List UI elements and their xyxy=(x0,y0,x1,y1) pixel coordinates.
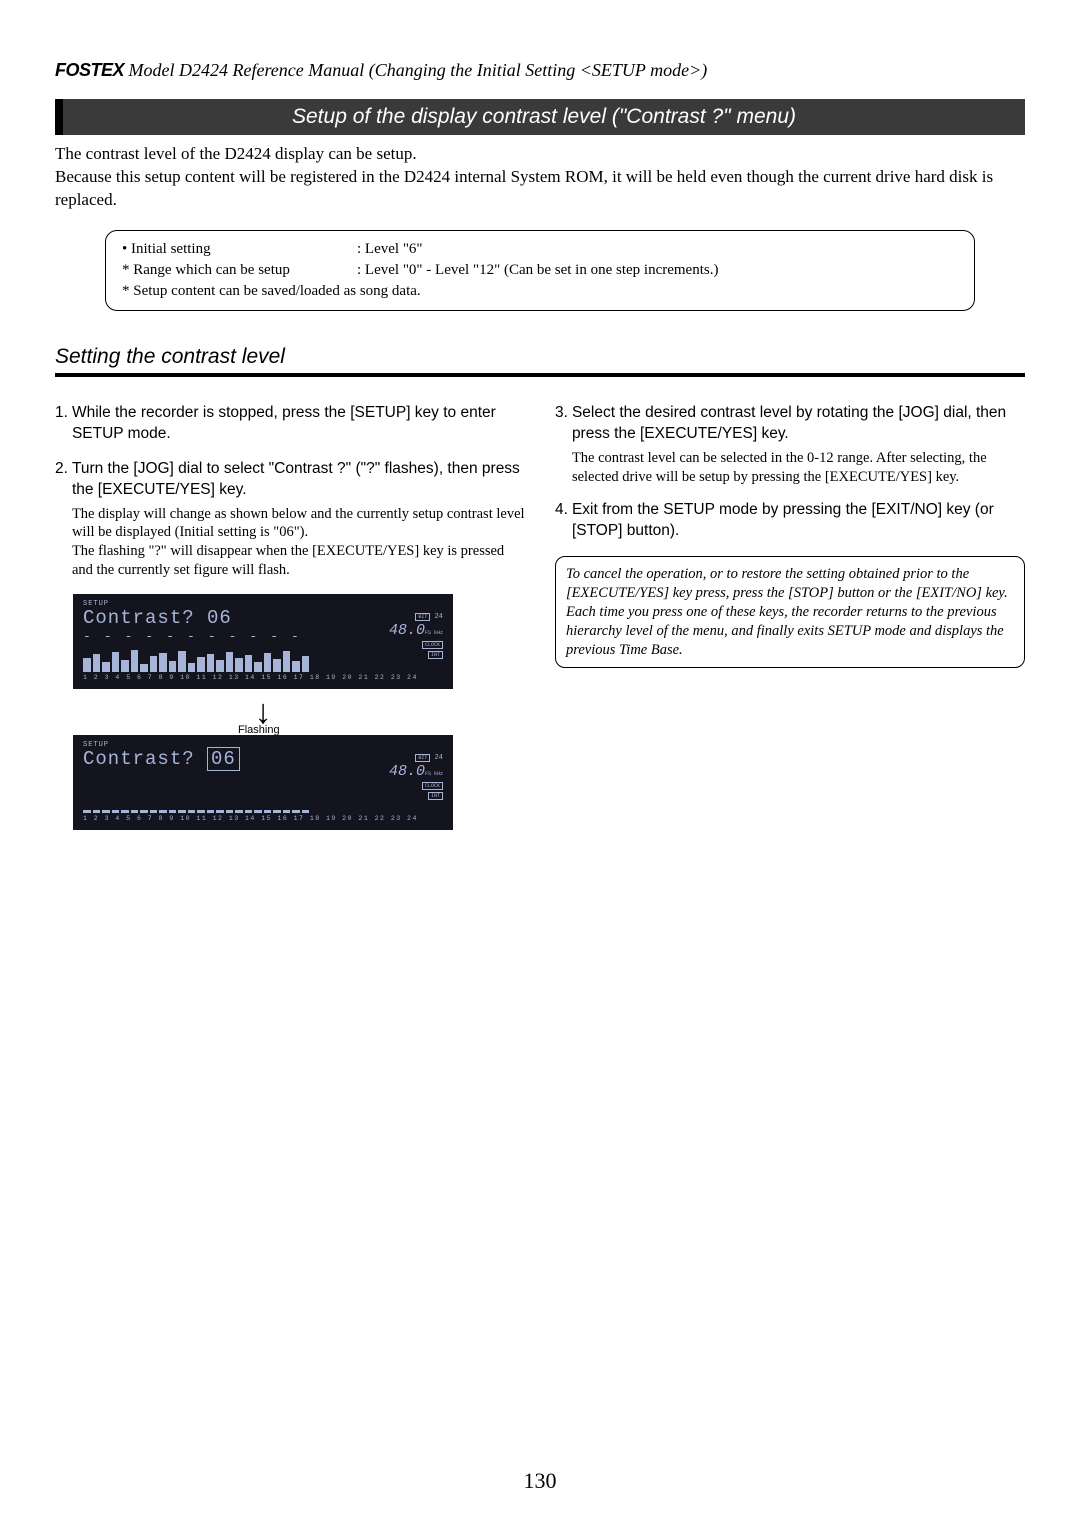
step-1: 1. While the recorder is stopped, press … xyxy=(55,403,525,445)
step-4-text: Exit from the SETUP mode by pressing the… xyxy=(572,500,1025,542)
step-4-number: 4. xyxy=(555,500,572,542)
track-numbers-2: 1 2 3 4 5 6 7 8 9 10 11 12 13 14 15 16 1… xyxy=(83,815,443,824)
settings-summary-box: • Initial setting : Level "6" * Range wh… xyxy=(105,230,975,311)
header-text: Model D2424 Reference Manual (Changing t… xyxy=(124,60,707,80)
step-3-text: Select the desired contrast level by rot… xyxy=(572,404,1006,442)
flashing-value: 06 xyxy=(207,747,240,771)
lcd-screen-2: SETUP Contrast? 06 - 1 2 3 4 5 6 7 8 9 1… xyxy=(73,735,453,830)
brand-logo: FOSTEX xyxy=(55,60,124,80)
step-2-text: Turn the [JOG] dial to select "Contrast … xyxy=(72,460,520,498)
screen-right-panel-2: BIT 24 48.0FS kHz CLOCK INT xyxy=(389,753,443,801)
cancel-note-box: To cancel the operation, or to restore t… xyxy=(555,556,1025,668)
step-1-text: While the recorder is stopped, press the… xyxy=(72,403,525,445)
two-column-layout: 1. While the recorder is stopped, press … xyxy=(55,403,1025,830)
step-1-number: 1. xyxy=(55,403,72,445)
range-value: : Level "0" - Level "12" (Can be set in … xyxy=(357,260,718,281)
step-2-number: 2. xyxy=(55,459,72,580)
arrow-block: ↓ Flashing xyxy=(73,695,453,729)
display-illustration: SETUP Contrast? 06 - - - - - - - - - - -… xyxy=(73,594,525,830)
section-title: Setup of the display contrast level ("Co… xyxy=(55,99,1025,135)
initial-setting-label: • Initial setting xyxy=(122,239,357,260)
step-4: 4. Exit from the SETUP mode by pressing … xyxy=(555,500,1025,542)
step-3-detail: The contrast level can be selected in th… xyxy=(572,449,1025,487)
page-header: FOSTEX Model D2424 Reference Manual (Cha… xyxy=(55,60,1025,81)
page-number: 130 xyxy=(0,1468,1080,1494)
initial-setting-value: : Level "6" xyxy=(357,239,423,260)
step-2-detail: The display will change as shown below a… xyxy=(72,505,525,580)
range-label: * Range which can be setup xyxy=(122,260,357,281)
lcd-screen-1: SETUP Contrast? 06 - - - - - - - - - - -… xyxy=(73,594,453,689)
step-2: 2. Turn the [JOG] dial to select "Contra… xyxy=(55,459,525,580)
step-3-number: 3. xyxy=(555,403,572,487)
left-column: 1. While the recorder is stopped, press … xyxy=(55,403,525,830)
intro-text: The contrast level of the D2424 display … xyxy=(55,143,1025,212)
right-column: 3. Select the desired contrast level by … xyxy=(555,403,1025,830)
track-numbers: 1 2 3 4 5 6 7 8 9 10 11 12 13 14 15 16 1… xyxy=(83,674,443,683)
subheading: Setting the contrast level xyxy=(55,345,1025,377)
screen-right-panel: BIT 24 48.0FS kHz CLOCK INT xyxy=(389,612,443,660)
save-load-note: * Setup content can be saved/loaded as s… xyxy=(122,281,958,302)
step-3: 3. Select the desired contrast level by … xyxy=(555,403,1025,487)
